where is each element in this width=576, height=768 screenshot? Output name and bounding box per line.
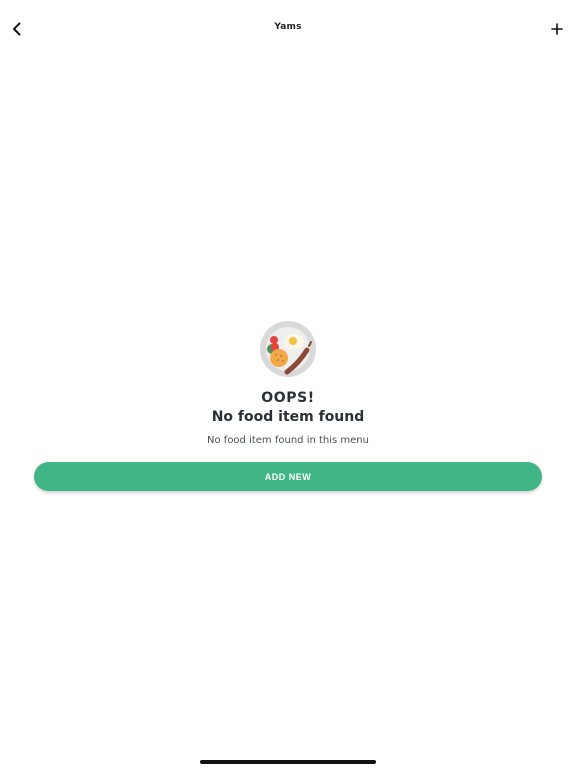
empty-heading: No food item found [211, 409, 365, 425]
screen: Yams OOPS! No food item found No food it… [0, 0, 576, 768]
page-title: Yams [274, 22, 302, 32]
home-indicator [200, 760, 376, 764]
food-plate-icon [260, 321, 316, 377]
nav-bar: Yams [0, 0, 576, 60]
plus-icon [551, 23, 563, 35]
add-button[interactable] [546, 18, 568, 40]
oops-title: OOPS! [261, 390, 315, 406]
add-new-button[interactable]: ADD NEW [34, 462, 542, 491]
empty-subtitle: No food item found in this menu [207, 435, 369, 446]
empty-state: OOPS! No food item found No food item fo… [0, 320, 576, 446]
